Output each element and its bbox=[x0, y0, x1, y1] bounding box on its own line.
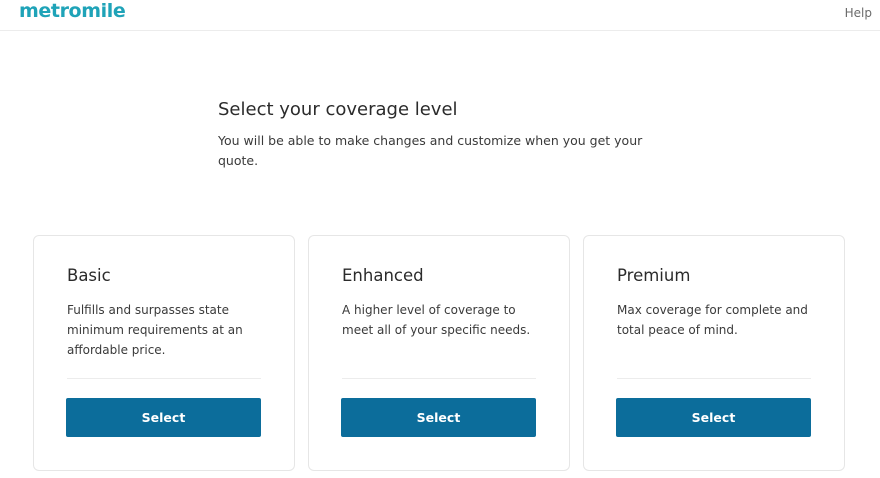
card-title: Enhanced bbox=[342, 266, 424, 285]
help-link[interactable]: Help bbox=[845, 6, 872, 20]
card-description: A higher level of coverage to meet all o… bbox=[342, 303, 531, 337]
page-title: Select your coverage level bbox=[218, 99, 458, 120]
card-description: Fulfills and surpasses state minimum req… bbox=[67, 303, 243, 357]
select-basic-button[interactable]: Select bbox=[66, 398, 261, 437]
card-title: Basic bbox=[67, 266, 111, 285]
select-enhanced-button[interactable]: Select bbox=[341, 398, 536, 437]
coverage-cards: Basic Fulfills and surpasses state minim… bbox=[33, 235, 846, 471]
card-divider bbox=[342, 378, 536, 379]
coverage-card-enhanced: Enhanced A higher level of coverage to m… bbox=[308, 235, 570, 471]
card-description: Max coverage for complete and total peac… bbox=[617, 303, 808, 337]
top-bar: metromile Help bbox=[0, 0, 880, 31]
metromile-logo[interactable]: metromile bbox=[19, 0, 126, 22]
coverage-card-basic: Basic Fulfills and surpasses state minim… bbox=[33, 235, 295, 471]
page-subtitle: You will be able to make changes and cus… bbox=[218, 133, 643, 168]
card-divider bbox=[617, 378, 811, 379]
card-divider bbox=[67, 378, 261, 379]
coverage-card-premium: Premium Max coverage for complete and to… bbox=[583, 235, 845, 471]
select-premium-button[interactable]: Select bbox=[616, 398, 811, 437]
card-title: Premium bbox=[617, 266, 691, 285]
